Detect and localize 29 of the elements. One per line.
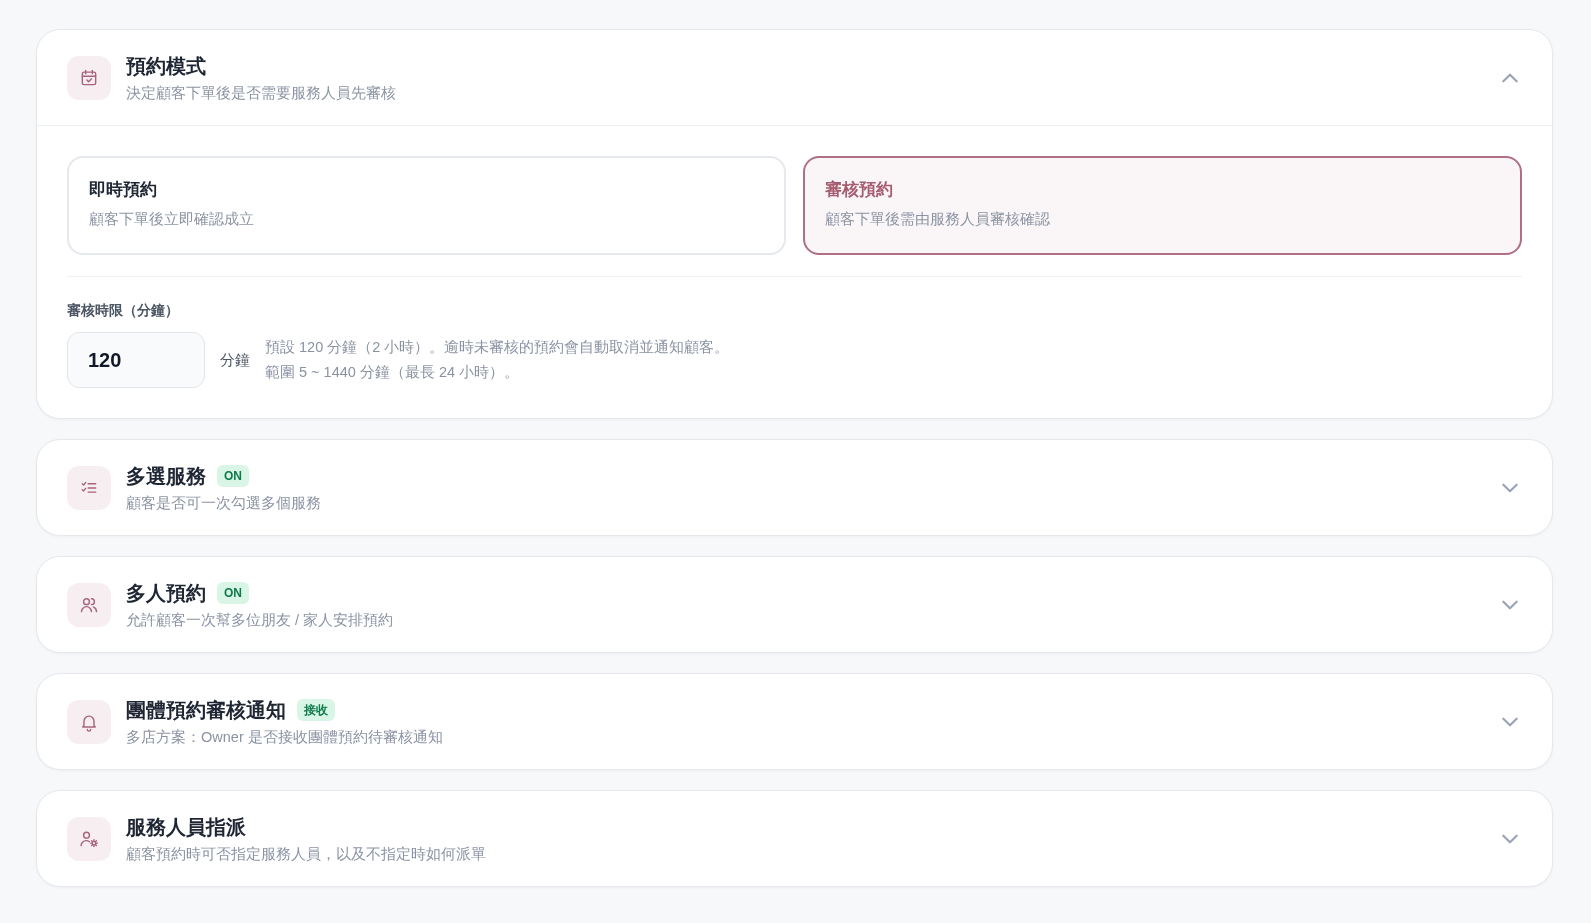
number-input[interactable]: 120 [67, 332, 205, 388]
status-badge: ON [217, 464, 249, 487]
section-description: 允許顧客一次幫多位朋友 / 家人安排預約 [126, 610, 394, 630]
section-title: 預約模式 [126, 53, 206, 79]
help-text: 範圍 5 ~ 1440 分鐘（最長 24 小時）。 [265, 363, 521, 382]
section-description: 顧客是否可一次勾選多個服務 [126, 493, 321, 513]
section-title: 服務人員指派 [126, 814, 246, 840]
users-icon [67, 582, 111, 627]
section-description: 顧客預約時可否指定服務人員，以及不指定時如何派單 [126, 844, 486, 864]
status-badge: 接收 [297, 698, 335, 721]
calendar-check-icon [67, 55, 111, 100]
section-description: 多店方案：Owner 是否接收團體預約待審核通知 [126, 727, 443, 747]
option-description: 顧客下單後需由服務人員審核確認 [825, 210, 1051, 229]
help-text: 預設 120 分鐘（2 小時）。逾時未審核的預約會自動取消並通知顧客。 [265, 338, 730, 357]
section-title: 團體預約審核通知 [126, 697, 286, 723]
option-title: 審核預約 [825, 179, 894, 201]
section-description: 決定顧客下單後是否需要服務人員先審核 [126, 83, 396, 103]
status-badge: ON [217, 581, 249, 604]
unit-label: 分鐘 [220, 349, 250, 370]
option-description: 顧客下單後立即確認成立 [89, 210, 255, 229]
mode-option-card[interactable]: 審核預約 顧客下單後需由服務人員審核確認 [803, 156, 1522, 255]
user-gear-icon [67, 816, 111, 861]
section-title: 多選服務 [126, 463, 206, 489]
section-title: 多人預約 [126, 580, 206, 606]
mode-option-card[interactable]: 即時預約 顧客下單後立即確認成立 [67, 156, 786, 255]
field-label: 審核時限（分鐘） [67, 301, 180, 320]
bell-icon [67, 699, 111, 744]
checklist-icon [67, 465, 111, 510]
option-title: 即時預約 [89, 179, 158, 201]
